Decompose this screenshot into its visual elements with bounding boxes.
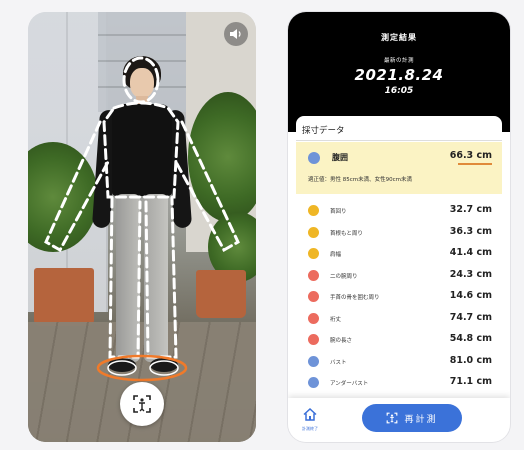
finish-measure-button[interactable]: 計測終了	[298, 406, 322, 432]
measure-label: アンダーバスト	[330, 381, 369, 387]
speaker-icon	[230, 29, 241, 39]
measurement-row[interactable]: 肩幅 41.4 cm	[296, 243, 502, 265]
measure-label: 首回り	[330, 209, 347, 215]
remeasure-label: 再計測	[404, 414, 438, 425]
body-part-icon	[308, 291, 319, 302]
measure-label: 腹囲	[332, 153, 348, 162]
measure-value: 36.3 cm	[449, 225, 492, 237]
measure-label: 裄丈	[330, 316, 342, 323]
measure-value: 24.3 cm	[449, 268, 492, 280]
scan-body-icon	[133, 395, 151, 413]
foot-position-ring	[96, 354, 188, 382]
divider	[296, 140, 502, 141]
torso-guide-outline	[102, 101, 180, 199]
measure-value: 14.6 cm	[449, 290, 492, 301]
section-title: 採寸データ	[302, 126, 345, 136]
finish-measure-label: 計測終了	[302, 426, 318, 431]
body-part-icon	[308, 377, 319, 388]
left-arm-guide-outline	[44, 120, 110, 253]
page-title: 測定結果	[381, 33, 417, 42]
home-icon	[303, 407, 317, 421]
body-guide-overlay	[44, 56, 240, 382]
measurement-row[interactable]: 腕の長さ 54.8 cm	[296, 329, 502, 351]
measure-value: 71.1 cm	[449, 376, 492, 387]
capture-button[interactable]	[120, 382, 164, 426]
measure-label: 腕の長さ	[330, 338, 353, 344]
body-part-icon	[308, 226, 319, 238]
scan-body-icon	[387, 412, 398, 424]
body-part-icon	[308, 312, 319, 324]
results-screen: 測定結果 最新の計測 2021.8.24 16:05 採寸データ 腹囲 66.3…	[288, 12, 510, 442]
measurement-row[interactable]: 首回り 32.7 cm	[296, 200, 502, 222]
body-part-icon	[308, 152, 320, 164]
measurement-row[interactable]: 二の腕周り 24.3 cm	[296, 265, 502, 287]
highlight-row-abdomen[interactable]: 腹囲 66.3 cm 適正値：男性 85cm未満、女性90cm未満	[296, 142, 502, 194]
measure-value: 32.7 cm	[449, 204, 492, 215]
measure-label: 首根もと周り	[330, 230, 363, 237]
measurement-row[interactable]: バスト 81.0 cm	[296, 351, 502, 373]
measure-label: 肩幅	[330, 252, 342, 258]
measure-time: 16:05	[384, 86, 414, 96]
measurement-list: 首回り 32.7 cm 首根もと周り 36.3 cm 肩幅 41.4 cm 二の腕周り 24.…	[296, 200, 502, 416]
measurement-row[interactable]: 手首の骨を囲む周り 14.6 cm	[296, 286, 502, 308]
head-guide-outline	[122, 56, 160, 104]
measure-label: 手首の骨を囲む周り	[330, 295, 380, 301]
latest-measure-label: 最新の計測	[383, 58, 414, 64]
measure-value: 54.8 cm	[449, 333, 492, 344]
value-underline	[458, 163, 492, 165]
measure-value: 66.3 cm	[449, 150, 492, 161]
measure-value: 74.7 cm	[449, 311, 492, 323]
body-part-icon	[308, 205, 319, 216]
body-part-icon	[308, 248, 319, 259]
sound-toggle-button[interactable]	[224, 22, 248, 46]
results-header: 測定結果 最新の計測 2021.8.24 16:05	[288, 12, 510, 132]
left-leg-guide-outline	[108, 196, 142, 359]
body-part-icon	[308, 269, 319, 281]
reference-note: 適正値：男性 85cm未満、女性90cm未満	[308, 177, 413, 183]
measure-date: 2021.8.24	[354, 66, 444, 84]
measurement-row[interactable]: アンダーバスト 71.1 cm	[296, 372, 502, 394]
measure-label: 二の腕周り	[330, 273, 358, 280]
body-part-icon	[308, 334, 319, 345]
right-arm-guide-outline	[174, 120, 240, 253]
measure-label: バスト	[330, 359, 347, 366]
right-foot-marker	[149, 360, 179, 376]
left-foot-marker	[107, 360, 137, 376]
bottom-bar: 計測終了 再計測	[288, 398, 510, 442]
remeasure-button[interactable]: 再計測	[362, 404, 462, 432]
measurement-row[interactable]: 首根もと周り 36.3 cm	[296, 222, 502, 244]
body-part-icon	[308, 355, 319, 367]
measure-value: 81.0 cm	[449, 354, 492, 366]
measurement-row[interactable]: 裄丈 74.7 cm	[296, 308, 502, 330]
measurement-card: 採寸データ 腹囲 66.3 cm 適正値：男性 85cm未満、女性90cm未満 …	[296, 116, 502, 416]
camera-view	[28, 12, 256, 442]
measure-value: 41.4 cm	[449, 247, 492, 258]
right-leg-guide-outline	[144, 196, 178, 359]
